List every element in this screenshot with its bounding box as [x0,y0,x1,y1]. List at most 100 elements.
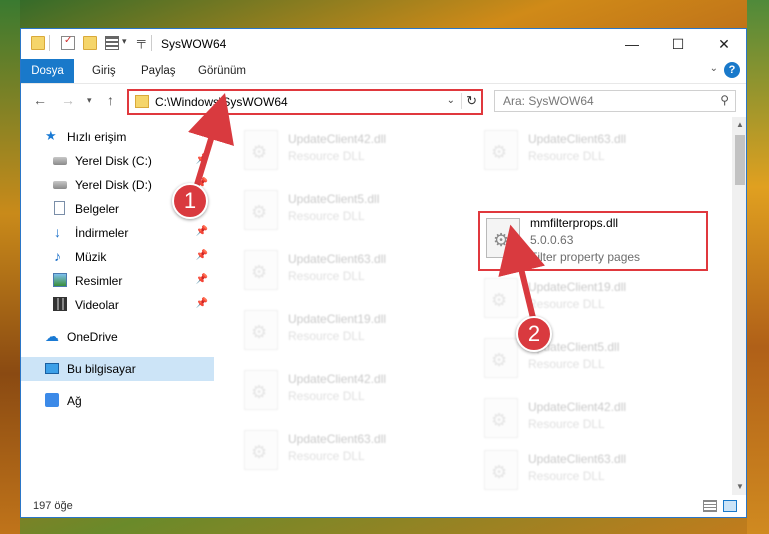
sidebar-item-onedrive[interactable]: ☁ OneDrive [21,325,214,349]
sidebar-item-videos[interactable]: Videolar 📌 [21,293,214,317]
new-folder-icon[interactable] [83,36,97,50]
folder-icon [31,36,45,50]
gear-icon: ⚙ [491,350,508,370]
list-item[interactable]: ⚙ UpdateClient63.dll Resource DLL [238,247,468,295]
divider [49,35,50,51]
scroll-thumb[interactable] [735,135,745,185]
file-description: Resource DLL [288,269,365,283]
file-description: Resource DLL [288,209,365,223]
address-path[interactable]: C:\Windows\SysWOW64 [155,95,288,109]
sidebar-item-label: OneDrive [67,330,118,344]
tab-giris[interactable]: Giriş [85,59,123,83]
sidebar-item-label: Hızlı erişim [67,130,127,144]
sidebar-item-downloads[interactable]: ↓ İndirmeler 📌 [21,221,214,245]
tab-dosya[interactable]: Dosya [21,59,74,83]
pin-icon: 📌 [195,250,208,261]
list-item[interactable]: ⚙ UpdateClient42.dll Resource DLL [238,127,468,175]
maximize-button[interactable]: ☐ [655,29,701,59]
details-view-icon[interactable] [703,500,717,512]
view-options-icon[interactable] [105,36,119,50]
up-arrow-icon[interactable]: ↑ [107,92,114,108]
dll-file-icon: ⚙ [484,130,518,170]
help-icon[interactable]: ? [724,62,740,78]
file-description: Resource DLL [288,389,365,403]
sidebar-item-quick-access[interactable]: ★ Hızlı erişim [21,125,214,149]
sidebar-item-network[interactable]: Ağ [21,389,214,413]
customize-toolbar-icon[interactable]: ╤ [137,34,146,48]
pin-icon: 📌 [195,274,208,285]
window-title: SysWOW64 [161,37,227,51]
sidebar-item-disk-c[interactable]: Yerel Disk (C:) 📌 [21,149,214,173]
list-item[interactable]: ⚙ UpdateClient19.dll Resource DLL [478,275,708,323]
cloud-icon: ☁ [45,328,59,344]
gear-icon: ⚙ [491,462,508,482]
scroll-down-icon[interactable]: ▼ [732,479,746,495]
file-name: UpdateClient42.dll [528,400,627,414]
minimize-button[interactable]: — [609,29,655,59]
item-count: 197 öğe [33,500,73,512]
list-item[interactable]: ⚙ UpdateClient63.dll Resource DLL [238,427,468,475]
list-item[interactable]: ⚙ UpdateClient42.dll Resource DLL [478,395,708,443]
ribbon-tabs: Dosya Giriş Paylaş Görünüm ⌄ ? [21,59,746,83]
sidebar-item-label: Belgeler [75,202,120,216]
gear-icon: ⚙ [251,382,268,402]
sidebar-item-label: Resimler [75,274,123,288]
list-item[interactable]: ⚙ UpdateClient42.dll Resource DLL [238,367,468,415]
sidebar-item-label: Bu bilgisayar [67,362,136,376]
recent-locations-icon[interactable]: ▾ [87,95,92,106]
list-item[interactable]: ⚙ UpdateClient63.dll Resource DLL [478,447,708,495]
highlight-box [478,211,708,271]
sidebar-item-music[interactable]: ♪ Müzik 📌 [21,245,214,269]
file-description: Resource DLL [528,297,605,311]
disk-icon [53,157,67,165]
sidebar-item-label: Videolar [75,298,119,312]
status-bar: 197 öğe [21,495,746,517]
list-item[interactable]: ⚙ UpdateClient5.dll Resource DLL [238,187,468,235]
large-icons-view-icon[interactable] [723,500,737,512]
sidebar-item-this-pc[interactable]: Bu bilgisayar [21,357,214,381]
back-arrow-icon[interactable]: ← [33,92,47,108]
file-name: UpdateClient63.dll [528,132,627,146]
file-description: Resource DLL [528,469,605,483]
list-item[interactable]: ⚙ UpdateClient63.dll Resource DLL [478,127,708,175]
computer-icon [45,363,59,374]
gear-icon: ⚙ [491,410,508,430]
forward-arrow-icon[interactable]: → [61,92,75,108]
dll-file-icon: ⚙ [484,278,518,318]
dll-file-icon: ⚙ [484,450,518,490]
properties-icon[interactable]: ✓ [61,35,75,50]
close-button[interactable]: ✕ [701,29,746,59]
network-icon [45,393,59,407]
search-icon: ⚲ [720,93,729,107]
sidebar-item-label: Yerel Disk (C:) [75,154,152,168]
chevron-down-icon[interactable]: ⌄ [447,95,455,106]
gear-icon: ⚙ [491,290,508,310]
navigation-pane: ★ Hızlı erişim Yerel Disk (C:) 📌 Yerel D… [21,117,214,495]
list-item[interactable]: ⚙ UpdateClient5.dll Resource DLL [478,335,708,383]
file-name: UpdateClient19.dll [288,312,387,326]
sidebar-item-pictures[interactable]: Resimler 📌 [21,269,214,293]
tab-paylas[interactable]: Paylaş [134,59,183,83]
ribbon-expand-icon[interactable]: ⌄ [710,63,718,74]
divider [151,35,152,51]
list-item[interactable]: ⚙ UpdateClient19.dll Resource DLL [238,307,468,355]
refresh-icon[interactable]: ↻ [461,93,477,109]
chevron-down-icon[interactable]: ▾ [122,36,127,47]
tab-gorunum[interactable]: Görünüm [191,59,253,83]
gear-icon: ⚙ [251,142,268,162]
sidebar-item-label: Müzik [75,250,107,264]
maximize-icon: ☐ [671,36,685,52]
dll-file-icon: ⚙ [244,430,278,470]
star-icon: ★ [45,128,57,143]
pin-icon: 📌 [195,298,208,309]
file-name: UpdateClient42.dll [288,372,387,386]
search-input[interactable]: Ara: SysWOW64 ⚲ [494,90,736,112]
vertical-scrollbar[interactable]: ▲ ▼ [732,117,746,495]
sidebar-item-label: Ağ [67,394,82,408]
address-bar[interactable]: C:\Windows\SysWOW64 ⌄ ↻ [127,89,483,115]
close-icon: ✕ [718,36,730,52]
video-icon [53,297,67,311]
scroll-up-icon[interactable]: ▲ [732,117,746,133]
callout-two: 2 [516,316,552,352]
file-description: Resource DLL [288,449,365,463]
